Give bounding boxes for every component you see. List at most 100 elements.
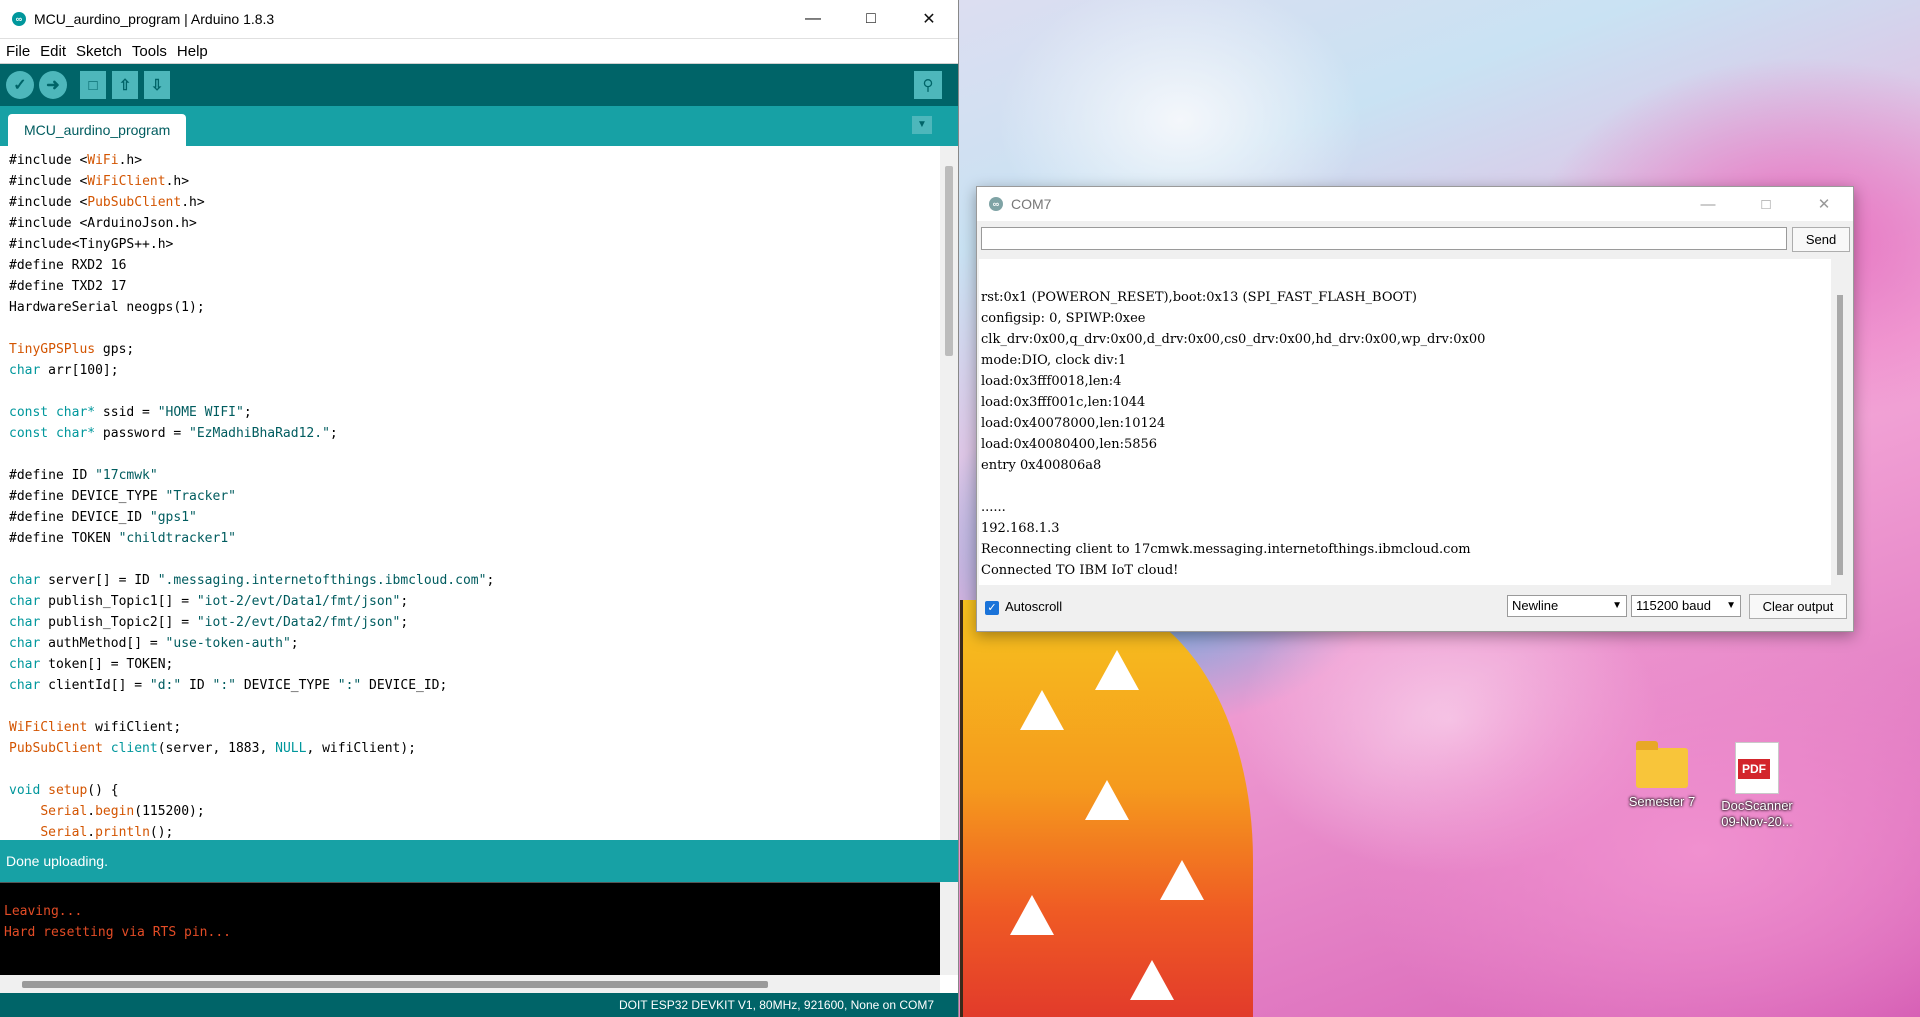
code-line: #define RXD2 16 xyxy=(9,258,127,273)
serial-output-line: Connected TO IBM IoT cloud! xyxy=(981,563,1179,578)
menu-sketch[interactable]: Sketch xyxy=(76,43,122,60)
serial-output-line: clk_drv:0x00,q_drv:0x00,d_drv:0x00,cs0_d… xyxy=(981,332,1486,347)
send-button[interactable]: Send xyxy=(1792,227,1850,252)
status-message: Done uploading. xyxy=(0,840,958,882)
serial-output-line: mode:DIO, clock div:1 xyxy=(981,353,1127,368)
desktop-icon-docscanner[interactable]: PDF DocScanner 09-Nov-20... xyxy=(1712,742,1802,830)
arduino-logo-icon: ∞ xyxy=(989,197,1003,211)
serial-minimize-button[interactable]: — xyxy=(1679,187,1737,221)
chevron-down-icon: ▼ xyxy=(1612,600,1622,611)
sketch-tab[interactable]: MCU_aurdino_program xyxy=(8,114,187,146)
serial-maximize-button[interactable]: □ xyxy=(1737,187,1795,221)
serial-output-line: ...... xyxy=(981,500,1006,515)
ide-titlebar[interactable]: ∞ MCU_aurdino_program | Arduino 1.8.3 — … xyxy=(0,0,958,39)
code-line: PubSubClient client(server, 1883, NULL, … xyxy=(9,741,417,756)
menu-tools[interactable]: Tools xyxy=(132,43,167,60)
desktop-icon-label: DocScanner 09-Nov-20... xyxy=(1721,798,1793,829)
tab-menu-chevron-down-icon[interactable]: ▼ xyxy=(912,116,932,134)
console-line: Leaving... xyxy=(4,904,83,919)
serial-output-text: rst:0x1 (POWERON_RESET),boot:0x13 (SPI_F… xyxy=(979,259,1831,581)
code-text: #include <WiFi.h> #include <WiFiClient.h… xyxy=(0,146,940,840)
console-line: Hard resetting via RTS pin... xyxy=(4,925,231,940)
code-line: #define ID "17cmwk" xyxy=(9,468,158,483)
serial-scrollbar[interactable] xyxy=(1831,259,1849,585)
serial-monitor-magnifier-icon[interactable]: ⚲ xyxy=(914,71,942,99)
code-line: const char* password = "EzMadhiBhaRad12.… xyxy=(9,426,338,441)
console-output: Leaving... Hard resetting via RTS pin... xyxy=(0,882,940,976)
serial-monitor-window: ∞ COM7 — □ ✕ Send rst:0x1 (POWERON_RESET… xyxy=(976,186,1854,632)
code-line: #include <WiFi.h> xyxy=(9,153,143,168)
window-title: MCU_aurdino_program | Arduino 1.8.3 xyxy=(34,11,275,27)
open-sketch-icon[interactable]: ⇧ xyxy=(112,71,138,99)
code-line: char publish_Topic2[] = "iot-2/evt/Data2… xyxy=(9,615,409,630)
board-info: DOIT ESP32 DEVKIT V1, 80MHz, 921600, Non… xyxy=(0,993,958,1017)
code-line: Serial.println(); xyxy=(40,825,174,840)
autoscroll-label: Autoscroll xyxy=(1005,599,1063,614)
menu-edit[interactable]: Edit xyxy=(40,43,66,60)
desktop-icon-semester7[interactable]: Semester 7 xyxy=(1617,741,1707,810)
serial-titlebar[interactable]: ∞ COM7 — □ ✕ xyxy=(977,187,1853,221)
serial-output-line: load:0x3fff0018,len:4 xyxy=(981,374,1122,389)
close-button[interactable]: ✕ xyxy=(900,0,958,38)
minimize-button[interactable]: — xyxy=(784,0,842,38)
console-horizontal-scrollbar[interactable] xyxy=(0,975,940,993)
menu-file[interactable]: File xyxy=(6,43,30,60)
code-line: char publish_Topic1[] = "iot-2/evt/Data1… xyxy=(9,594,409,609)
line-ending-select[interactable]: Newline ▼ xyxy=(1507,595,1627,617)
serial-input-row: Send xyxy=(979,227,1850,255)
code-line: char arr[100]; xyxy=(9,363,119,378)
arduino-logo-icon: ∞ xyxy=(12,12,26,26)
new-sketch-icon[interactable]: □ xyxy=(80,71,106,99)
baud-rate-value: 115200 baud xyxy=(1636,598,1711,613)
kimono-triangle xyxy=(1160,860,1204,900)
code-line: char clientId[] = "d:" ID ":" DEVICE_TYP… xyxy=(9,678,448,693)
chevron-down-icon: ▼ xyxy=(1726,600,1736,611)
console-horizontal-thumb[interactable] xyxy=(22,981,768,988)
code-editor[interactable]: #include <WiFi.h> #include <WiFiClient.h… xyxy=(0,146,940,840)
autoscroll-checkbox[interactable]: ✓ xyxy=(985,601,999,615)
serial-scrollbar-thumb[interactable] xyxy=(1837,295,1843,575)
desktop-icon-label: Semester 7 xyxy=(1628,794,1696,809)
serial-output: rst:0x1 (POWERON_RESET),boot:0x13 (SPI_F… xyxy=(979,259,1831,585)
serial-window-title: COM7 xyxy=(1011,196,1052,212)
code-line: WiFiClient wifiClient; xyxy=(9,720,182,735)
save-sketch-icon[interactable]: ⇩ xyxy=(144,71,170,99)
code-line: HardwareSerial neogps(1); xyxy=(9,300,205,315)
serial-close-button[interactable]: ✕ xyxy=(1795,187,1853,221)
maximize-button[interactable]: □ xyxy=(842,0,900,38)
editor-scrollbar[interactable] xyxy=(940,146,958,840)
console-text: Leaving... Hard resetting via RTS pin... xyxy=(0,883,940,943)
serial-bottom-bar: ✓ Autoscroll Newline ▼ 115200 baud ▼ Cle… xyxy=(977,587,1853,631)
code-line: const char* ssid = "HOME WIFI"; xyxy=(9,405,252,420)
code-line: #define DEVICE_ID "gps1" xyxy=(9,510,197,525)
upload-arrow-icon[interactable]: ➜ xyxy=(39,71,67,99)
serial-output-line xyxy=(981,479,985,494)
menu-help[interactable]: Help xyxy=(177,43,208,60)
arduino-ide-window: ∞ MCU_aurdino_program | Arduino 1.8.3 — … xyxy=(0,0,959,1017)
menu-bar: File Edit Sketch Tools Help xyxy=(0,39,958,63)
verify-check-icon[interactable]: ✓ xyxy=(6,71,34,99)
kimono-triangle xyxy=(1095,650,1139,690)
code-line: Serial.begin(115200); xyxy=(40,804,205,819)
line-ending-value: Newline xyxy=(1512,598,1559,613)
kimono-triangle xyxy=(1085,780,1129,820)
clear-output-button[interactable]: Clear output xyxy=(1749,594,1847,619)
code-line: char server[] = ID ".messaging.interneto… xyxy=(9,573,495,588)
baud-rate-select[interactable]: 115200 baud ▼ xyxy=(1631,595,1741,617)
pdf-icon: PDF xyxy=(1735,742,1779,794)
serial-send-input[interactable] xyxy=(981,227,1787,250)
serial-output-line: load:0x3fff001c,len:1044 xyxy=(981,395,1146,410)
console-scrollbar[interactable] xyxy=(940,882,958,975)
code-line: char token[] = TOKEN; xyxy=(9,657,174,672)
serial-output-line: configsip: 0, SPIWP:0xee xyxy=(981,311,1146,326)
code-line: #include <ArduinoJson.h> xyxy=(9,216,197,231)
kimono-triangle xyxy=(1020,690,1064,730)
tab-bar: MCU_aurdino_program ▼ xyxy=(0,106,958,146)
code-line: #include <PubSubClient.h> xyxy=(9,195,205,210)
editor-scrollbar-thumb[interactable] xyxy=(945,166,953,356)
code-line: #define TOKEN "childtracker1" xyxy=(9,531,236,546)
